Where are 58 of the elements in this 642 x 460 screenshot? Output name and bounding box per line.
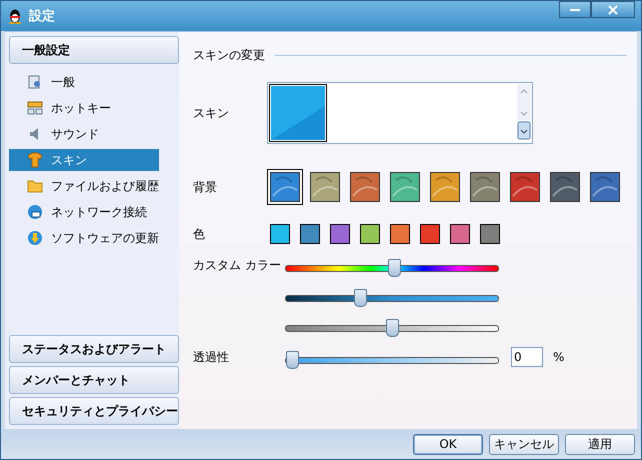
background-swatch[interactable] (347, 169, 383, 205)
sidebar-item[interactable]: 一般 (9, 71, 159, 93)
penguin-icon (7, 8, 23, 24)
sidebar-item[interactable]: ネットワーク接続 (9, 201, 159, 223)
color-swatch[interactable] (480, 224, 500, 244)
background-swatch[interactable] (507, 169, 543, 205)
sidebar-item[interactable]: ファイルおよび履歴 (9, 175, 159, 197)
slider-thumb[interactable] (388, 258, 401, 276)
shirt-icon (27, 152, 43, 168)
section-header[interactable]: メンバーとチャット (9, 366, 179, 394)
scrollbar[interactable] (517, 84, 531, 140)
background-swatch[interactable] (587, 169, 623, 205)
slider-thumb[interactable] (354, 288, 367, 306)
background-swatch[interactable] (307, 169, 343, 205)
sidebar-item[interactable]: サウンド (9, 123, 159, 145)
cancel-button[interactable]: キャンセル (489, 434, 559, 454)
slider-thumb[interactable] (286, 350, 299, 368)
skin-list[interactable] (267, 82, 533, 144)
sidebar-item[interactable]: スキン (9, 149, 159, 171)
percent-label: % (553, 350, 564, 364)
minimize-button[interactable] (559, 1, 591, 18)
ok-button[interactable]: OK (413, 434, 483, 454)
keyboard-icon (27, 100, 43, 116)
sidebar-item[interactable]: ホットキー (9, 97, 159, 119)
apply-button[interactable]: 適用 (565, 434, 635, 454)
transparency-label: 透過性 (193, 348, 230, 366)
minimize-icon (570, 8, 580, 12)
color-swatch[interactable] (330, 224, 350, 244)
sidebar-item[interactable]: ソフトウェアの更新 (9, 227, 159, 249)
skin-thumbnail[interactable] (271, 86, 325, 140)
section-header[interactable]: ステータスおよびアラート (9, 335, 179, 363)
color-swatch[interactable] (390, 224, 410, 244)
background-swatch[interactable] (387, 169, 423, 205)
color-label: 色 (193, 226, 206, 242)
color-swatch[interactable] (450, 224, 470, 244)
background-label: 背景 (193, 178, 218, 196)
color-swatch[interactable] (300, 224, 320, 244)
close-icon (608, 4, 618, 14)
background-swatch[interactable] (467, 169, 503, 205)
section-header[interactable]: セキュリティとプライバシー (9, 397, 179, 425)
background-swatch[interactable] (267, 169, 303, 205)
color-swatch[interactable] (270, 224, 290, 244)
background-swatch[interactable] (547, 169, 583, 205)
custom-color-label: カスタム カラー (193, 256, 282, 274)
background-swatch[interactable] (427, 169, 463, 205)
transparency-field[interactable]: 0 (511, 347, 543, 367)
folder-icon (27, 178, 43, 194)
color-swatch[interactable] (420, 224, 440, 244)
download-icon (27, 230, 43, 246)
globe-icon (27, 204, 43, 220)
window-title: 設定 (29, 8, 55, 25)
section-title: スキンの変更 (193, 46, 265, 64)
close-button[interactable] (591, 1, 635, 18)
slider-thumb[interactable] (386, 318, 399, 336)
color-swatch[interactable] (360, 224, 380, 244)
settings-icon (27, 74, 43, 90)
section-header[interactable]: 一般設定 (9, 36, 179, 64)
skin-label: スキン (193, 104, 230, 122)
